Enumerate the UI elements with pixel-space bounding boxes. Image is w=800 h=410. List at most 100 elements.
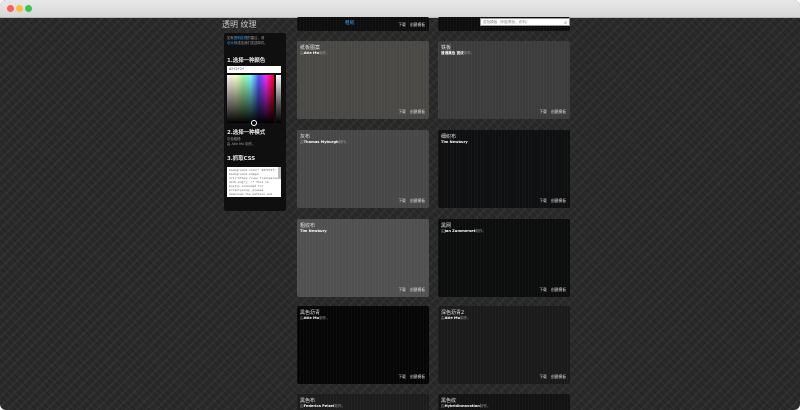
picker-cursor[interactable]: [251, 120, 257, 126]
card-actions: 下载 创建模板: [535, 374, 566, 380]
card-author: 普通黑色 宽纹制作。: [441, 51, 475, 56]
create-template-link[interactable]: 创建模板: [551, 374, 566, 379]
color-input[interactable]: #2f2f2f: [227, 66, 281, 73]
css-box-scrollbar[interactable]: [278, 167, 281, 179]
card-author: 由Thomas Myburgh制作。: [300, 140, 349, 145]
card-actions: 下载 创建模板: [535, 287, 566, 293]
close-window-icon[interactable]: [7, 5, 14, 12]
author-suffix: 制作。: [475, 229, 487, 233]
card-actions: 下载 创建模板: [535, 198, 566, 204]
step-3-heading: 3.抓取CSS: [227, 156, 256, 162]
card-author: Tim Newbury: [300, 229, 327, 233]
create-template-link[interactable]: 创建模板: [551, 109, 566, 114]
author-suffix: 制作。: [479, 404, 491, 408]
intro-text-2: 的建议，请: [247, 36, 265, 40]
author-name[interactable]: Tim Newbury: [300, 229, 327, 233]
site-title[interactable]: 透明 纹理: [222, 19, 257, 30]
search-icon[interactable]: ⌕: [564, 20, 567, 27]
download-link[interactable]: 下载: [539, 374, 547, 379]
download-link[interactable]: 下载: [539, 109, 547, 114]
create-template-link[interactable]: 创建模板: [410, 22, 425, 27]
search-input[interactable]: 查找模板（例如黑色、布料） ⌕: [480, 18, 570, 26]
maximize-window-icon[interactable]: [25, 5, 32, 12]
download-link[interactable]: 下载: [398, 198, 406, 203]
card-title[interactable]: 铁板: [441, 44, 451, 51]
intro-text-3: 或给我们发送邮件。: [237, 41, 268, 45]
sidebar-intro: 如有透明纹理的建议，请 @大神或给我们发送邮件。: [227, 36, 285, 46]
search-placeholder: 查找模板（例如黑色、布料）: [483, 20, 530, 24]
card-title[interactable]: 黑色纹: [441, 397, 456, 404]
author-suffix: 制作。: [338, 140, 350, 144]
card-actions: 下载 创建模板: [394, 287, 425, 293]
create-template-link[interactable]: 创建模板: [410, 109, 425, 114]
author-name[interactable]: Jan Zummerset: [445, 229, 476, 233]
card-author: 由Federica Pelzel制作。: [300, 404, 345, 409]
card-title[interactable]: 黑色沥青: [300, 309, 320, 316]
create-template-link[interactable]: 创建模板: [551, 198, 566, 203]
create-template-link[interactable]: 创建模板: [410, 198, 425, 203]
card-author: 由Atle Mo制作。: [441, 316, 471, 321]
card-title[interactable]: 深色沥青2: [441, 309, 464, 316]
pattern-card[interactable]: 黑网 由Jan Zummerset制作。下载 创建模板: [438, 219, 570, 297]
hue-slider[interactable]: [276, 75, 281, 123]
download-link[interactable]: 下载: [398, 109, 406, 114]
pattern-card[interactable]: 黑色沥青 由Atle Mo制作。下载 创建模板: [297, 306, 429, 384]
pattern-card[interactable]: 黑色纹 由HybridInnovation制作。: [438, 394, 570, 410]
color-picker[interactable]: [227, 75, 274, 126]
card-title[interactable]: 黑色布: [300, 397, 315, 404]
card-actions: 下载 创建模板: [394, 109, 425, 115]
minimize-window-icon[interactable]: [16, 5, 23, 12]
sidebar-panel: 如有透明纹理的建议，请 @大神或给我们发送邮件。 1.选择一种颜色 #2f2f2…: [224, 33, 286, 211]
card-actions: 下载 创建模板: [535, 109, 566, 115]
download-link[interactable]: 下载: [398, 374, 406, 379]
card-title[interactable]: 粗纹布: [300, 222, 315, 229]
pattern-card[interactable]: 细织布 Tim Newbury 下载 创建模板: [438, 130, 570, 208]
author-name[interactable]: 普通黑色 宽纹: [441, 51, 464, 55]
download-link[interactable]: 下载: [539, 198, 547, 203]
create-template-link[interactable]: 创建模板: [410, 374, 425, 379]
pattern-card[interactable]: 黑色布 由Federica Pelzel制作。: [297, 394, 429, 410]
author-suffix: 制作。: [319, 316, 330, 320]
pattern-card-top-left[interactable]: 粗糙 下载 创建模板: [297, 17, 429, 31]
card-actions: 下载 创建模板: [394, 374, 425, 380]
card-title[interactable]: 黑网: [441, 222, 451, 229]
selected-pattern-author: 由 Atle Mo 制作。: [227, 142, 256, 146]
download-link[interactable]: 下载: [539, 287, 547, 292]
title-bar: [0, 0, 800, 18]
pattern-card[interactable]: 深色沥青2 由Atle Mo制作。下载 创建模板: [438, 306, 570, 384]
author-name[interactable]: Federica Pelzel: [304, 404, 335, 408]
create-template-link[interactable]: 创建模板: [410, 287, 425, 292]
intro-link-contact[interactable]: @大神: [227, 41, 237, 45]
author-name[interactable]: Thomas Myburgh: [304, 140, 339, 144]
download-link[interactable]: 下载: [398, 287, 406, 292]
card-author: Tim Newbury: [441, 140, 468, 144]
pattern-card[interactable]: 粗纹布 Tim Newbury 下载 创建模板: [297, 219, 429, 297]
pattern-card[interactable]: 铁板 普通黑色 宽纹制作。下载 创建模板: [438, 41, 570, 119]
author-suffix: 制作。: [319, 51, 330, 55]
author-name[interactable]: HybridInnovation: [445, 404, 480, 408]
author-suffix: 制作。: [334, 404, 346, 408]
card-author: 由Atle Mo制作。: [300, 316, 330, 321]
author-name[interactable]: Atle Mo: [304, 51, 319, 55]
intro-link-textures[interactable]: 透明纹理: [234, 36, 248, 40]
step-2-heading: 2.选择一种模式: [227, 130, 266, 136]
author-name[interactable]: Tim Newbury: [441, 140, 468, 144]
step-1-heading: 1.选择一种颜色: [227, 58, 266, 64]
intro-text-1: 如有: [227, 36, 234, 40]
card-actions: 下载 创建模板: [394, 198, 425, 204]
css-code-text: background-color: #2f2f2f; background-im…: [229, 168, 281, 197]
author-name[interactable]: Atle Mo: [445, 316, 460, 320]
css-code-box[interactable]: background-color: #2f2f2f; background-im…: [227, 167, 281, 197]
card-title[interactable]: 灰布: [300, 133, 310, 140]
author-suffix: 制作。: [460, 316, 471, 320]
card-title[interactable]: 纸板图案: [300, 44, 320, 51]
browser-window: 透明 纹理 如有透明纹理的建议，请 @大神或给我们发送邮件。 1.选择一种颜色 …: [0, 0, 800, 410]
author-name[interactable]: Atle Mo: [304, 316, 319, 320]
pattern-card[interactable]: 纸板图案 由Atle Mo制作。 下载 创建模板: [297, 41, 429, 119]
card-label[interactable]: 粗糙: [345, 20, 354, 26]
card-author: 由Jan Zummerset制作。: [441, 229, 486, 234]
create-template-link[interactable]: 创建模板: [551, 287, 566, 292]
download-link[interactable]: 下载: [398, 22, 406, 27]
pattern-card[interactable]: 灰布 由Thomas Myburgh制作。下载 创建模板: [297, 130, 429, 208]
card-title[interactable]: 细织布: [441, 133, 456, 140]
